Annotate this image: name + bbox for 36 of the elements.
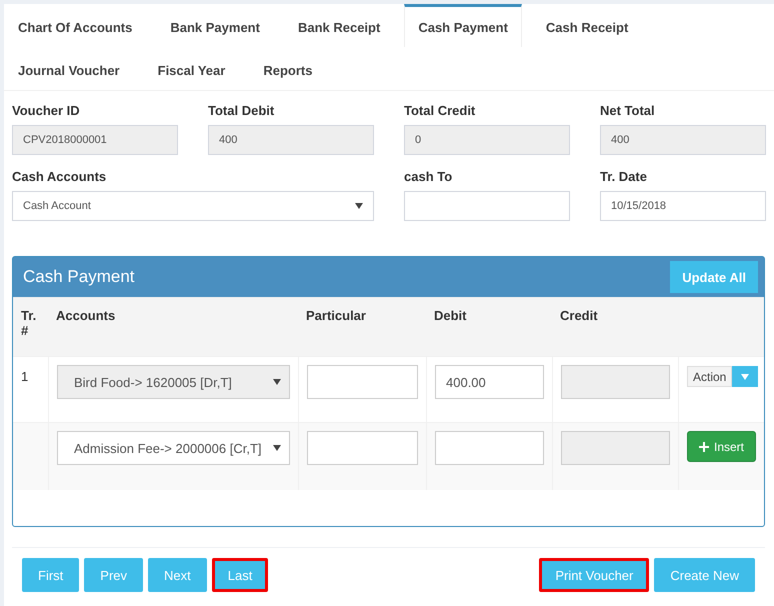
field-label: Voucher ID <box>12 103 81 119</box>
column-header: Particular <box>305 307 367 325</box>
input-field[interactable]: 400 <box>208 125 374 155</box>
caret-icon <box>273 445 281 451</box>
field-label: Tr. Date <box>600 169 648 185</box>
dropdown-toggle[interactable] <box>732 366 758 387</box>
column-header: Credit <box>559 307 599 325</box>
particular-field[interactable] <box>307 431 418 465</box>
input-field[interactable]: 10/15/2018 <box>600 191 766 221</box>
input-field[interactable]: 0 <box>404 125 570 155</box>
select-field[interactable]: Cash Account <box>12 191 374 221</box>
panel-title: Cash Payment <box>23 267 134 287</box>
action-button[interactable]: Action <box>687 366 732 387</box>
caret-icon <box>273 379 281 385</box>
particular-field[interactable] <box>307 365 418 399</box>
debit-field[interactable] <box>435 431 544 465</box>
debit-field[interactable]: 400.00 <box>435 365 544 399</box>
caret-icon <box>355 203 363 209</box>
row-number: 1 <box>21 368 28 384</box>
input-field[interactable]: CPV2018000001 <box>12 125 178 155</box>
input-field[interactable] <box>404 191 570 221</box>
input-field[interactable]: 400 <box>600 125 766 155</box>
credit-field[interactable] <box>561 431 670 465</box>
tab[interactable]: Cash Payment <box>404 4 522 47</box>
column-header: Debit <box>433 307 468 325</box>
column-header: Tr. # <box>20 307 38 340</box>
column-header: Accounts <box>55 307 116 325</box>
field-label: cash To <box>404 169 454 185</box>
plus-icon <box>698 442 709 452</box>
caret-icon <box>741 374 750 380</box>
field-label: Total Credit <box>404 103 476 119</box>
field-label: Net Total <box>600 103 656 119</box>
credit-field[interactable] <box>561 365 670 399</box>
account-select[interactable]: Admission Fee-> 2000006 [Cr,T] <box>57 431 290 465</box>
field-label: Cash Accounts <box>12 169 108 185</box>
field-label: Total Debit <box>208 103 276 119</box>
